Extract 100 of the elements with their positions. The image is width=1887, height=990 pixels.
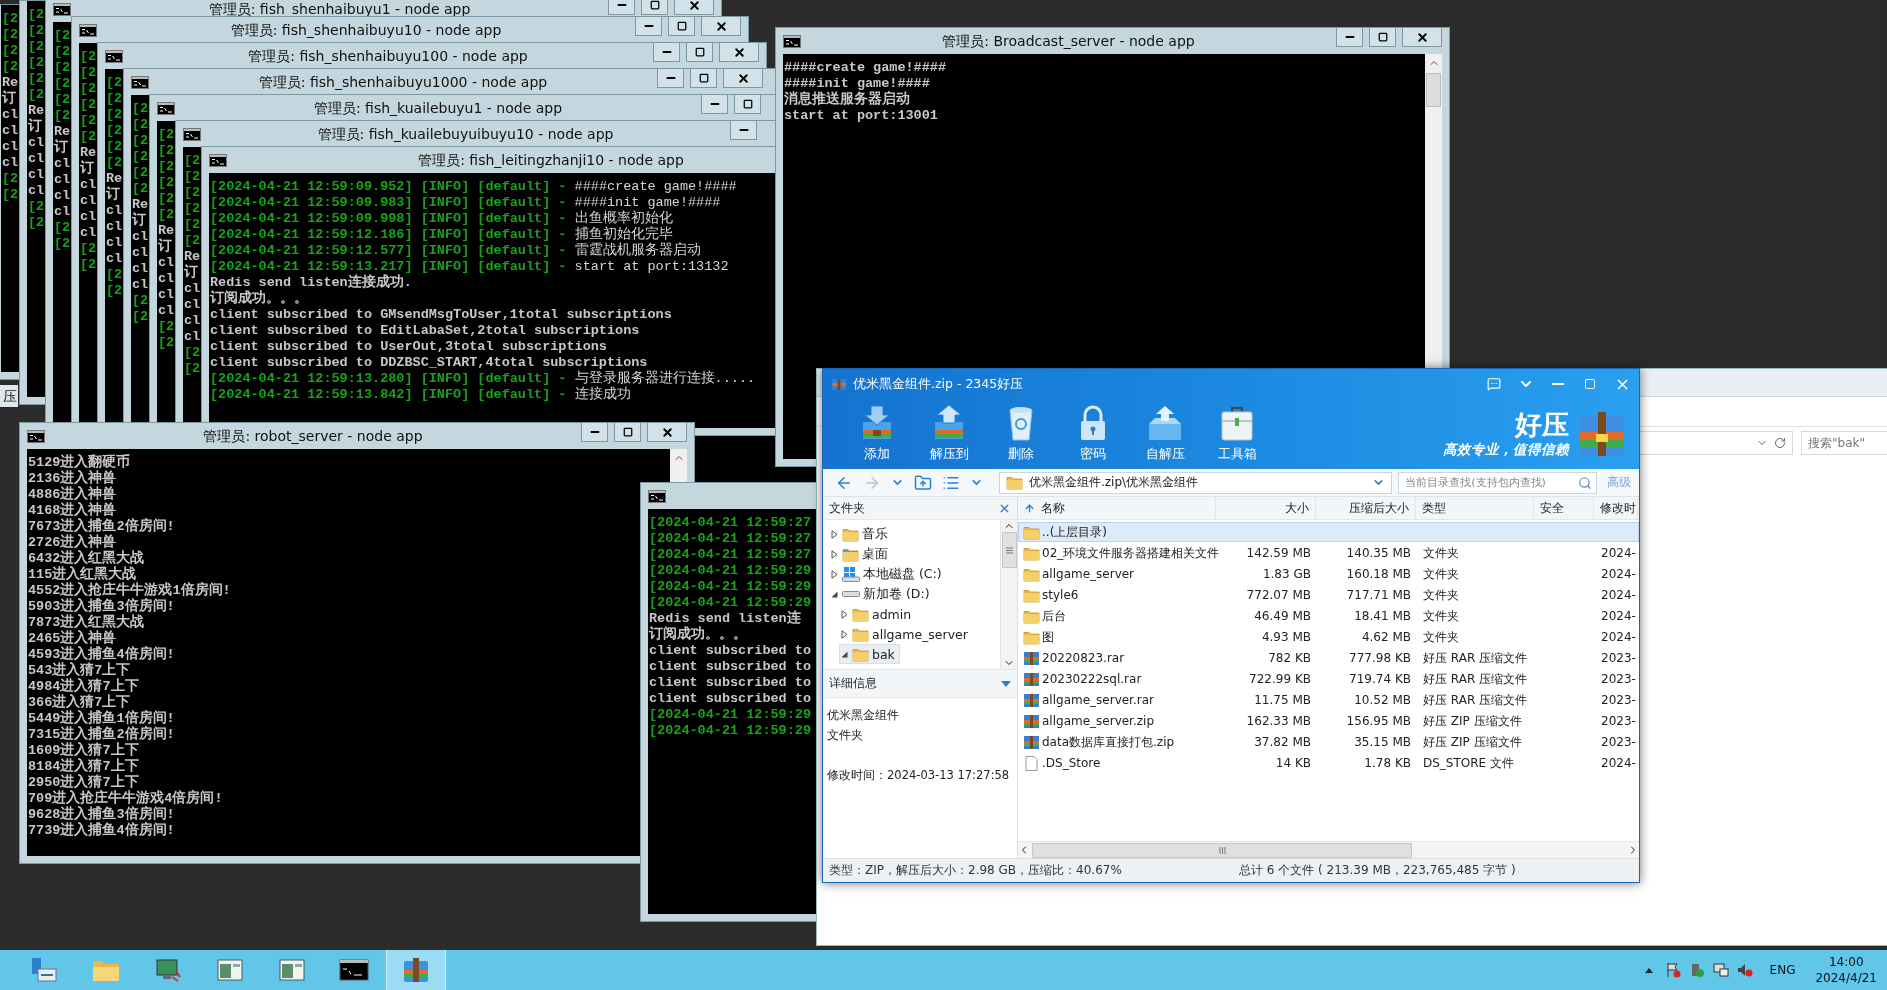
close-button[interactable] bbox=[723, 69, 763, 88]
tree-item[interactable]: allgame_server bbox=[839, 624, 973, 644]
packed-size: 717.71 MB bbox=[1345, 588, 1412, 602]
maximize-button[interactable] bbox=[614, 423, 641, 442]
archive-box-icon bbox=[1577, 410, 1627, 458]
console-line: start at port:13001 bbox=[784, 108, 938, 124]
console-line: 115进入红黑大战 bbox=[28, 567, 137, 582]
archive-icon bbox=[1023, 692, 1040, 708]
refresh-icon[interactable] bbox=[1774, 437, 1786, 449]
toolbar-button[interactable]: 添加 bbox=[841, 401, 913, 467]
file-row[interactable]: allgame_server.zip 162.33 MB 156.95 MB 好压 ZIP 压缩文件 2023- bbox=[1018, 711, 1639, 731]
file-row[interactable]: 02_环境文件服务器搭建相关文件 142.59 MB 140.35 MB 文件夹 2024- bbox=[1018, 543, 1639, 563]
file-row[interactable]: 20220823.rar 782 KB 777.98 KB 好压 RAR 压缩文件 2023- bbox=[1018, 648, 1639, 668]
close-button[interactable] bbox=[719, 43, 759, 62]
console-line: cl bbox=[184, 297, 201, 313]
tree-item[interactable]: admin bbox=[839, 604, 917, 624]
file-name: 20230222sql.rar bbox=[1042, 672, 1142, 686]
column-header[interactable]: 大小 bbox=[1216, 497, 1316, 520]
close-button[interactable] bbox=[1402, 28, 1442, 47]
toolbar-button[interactable]: 工具箱 bbox=[1201, 401, 1273, 467]
collapsed-arrow-icon[interactable] bbox=[830, 569, 839, 579]
scrollbar-thumb[interactable] bbox=[1426, 73, 1441, 107]
maximize-button[interactable] bbox=[734, 95, 761, 114]
modified-date: 2023- bbox=[1600, 735, 1637, 749]
maximize-button[interactable] bbox=[668, 17, 695, 36]
file-row[interactable]: .DS_Store 14 KB 1.78 KB DS_STORE 文件 2024- bbox=[1018, 753, 1639, 773]
expanded-arrow-icon[interactable] bbox=[840, 649, 849, 659]
clock[interactable]: 14:00 2024/4/21 bbox=[1815, 954, 1877, 986]
collapsed-arrow-icon[interactable] bbox=[840, 629, 849, 639]
tree-item[interactable]: bak bbox=[839, 644, 900, 664]
speaker-icon[interactable] bbox=[1736, 962, 1753, 978]
console-line: [2 bbox=[184, 217, 201, 233]
toolbar-button[interactable]: 自解压 bbox=[1129, 401, 1201, 467]
column-header[interactable]: 压缩后大小 bbox=[1316, 497, 1416, 520]
minimize-button[interactable] bbox=[581, 423, 608, 442]
search-field[interactable]: 当前目录查找(支持包内查找) bbox=[1398, 471, 1597, 494]
column-header[interactable]: 名称 bbox=[1018, 497, 1216, 520]
console-icon bbox=[131, 75, 149, 89]
expanded-arrow-icon[interactable] bbox=[830, 589, 839, 599]
file-row[interactable]: 图 4.93 MB 4.62 MB 文件夹 2024- bbox=[1018, 627, 1639, 647]
file-type: 好压 RAR 压缩文件 bbox=[1422, 649, 1529, 667]
column-header[interactable]: 类型 bbox=[1416, 497, 1534, 520]
search-icon bbox=[1578, 475, 1592, 490]
scrollbar-thumb[interactable] bbox=[1001, 532, 1017, 568]
column-header[interactable]: 修改时 bbox=[1594, 497, 1638, 520]
minimize-button[interactable] bbox=[701, 95, 728, 114]
close-button[interactable] bbox=[701, 17, 741, 36]
tree-item[interactable]: 桌面 bbox=[829, 544, 893, 564]
minimize-button[interactable] bbox=[657, 69, 684, 88]
console-line: [2024-04-21 12:59:13.842] [INFO] [default] - 连接成功 bbox=[210, 387, 631, 403]
minimize-button[interactable] bbox=[635, 17, 662, 36]
console-line: 2726进入神兽 bbox=[28, 535, 117, 550]
collapsed-arrow-icon[interactable] bbox=[840, 609, 849, 619]
close-button[interactable] bbox=[674, 0, 714, 15]
collapsed-arrow-icon[interactable] bbox=[830, 549, 839, 559]
maximize-button[interactable] bbox=[641, 0, 668, 15]
close-button[interactable] bbox=[647, 423, 687, 442]
minimize-button[interactable] bbox=[730, 121, 757, 140]
tree-item[interactable]: 新加卷 (D:) bbox=[829, 584, 935, 604]
window-title: 压 bbox=[0, 385, 18, 407]
file-row[interactable]: style6 772.07 MB 717.71 MB 文件夹 2024- bbox=[1018, 585, 1639, 605]
close-icon bbox=[1415, 30, 1429, 44]
console-line: cl bbox=[54, 172, 71, 188]
toolbar-button[interactable]: 解压到 bbox=[913, 401, 985, 467]
console-icon bbox=[209, 153, 227, 167]
scrollbar-thumb[interactable] bbox=[1032, 842, 1412, 858]
caret-icon[interactable] bbox=[1644, 967, 1653, 973]
packed-size: 18.41 MB bbox=[1353, 609, 1412, 623]
maximize-button[interactable] bbox=[1369, 28, 1396, 47]
minimize-button[interactable] bbox=[653, 43, 680, 62]
console-line: [2 bbox=[80, 49, 97, 65]
window-title: 管理员: fish_kuailebuyuibuyu10 - node app bbox=[316, 126, 615, 142]
console-line: [2024-04-21 12:59:29 bbox=[649, 723, 812, 739]
file-row[interactable]: ..(上层目录) bbox=[1018, 522, 1639, 542]
toolbar-button[interactable]: 删除 bbox=[985, 401, 1057, 467]
file-row[interactable]: 后台 46.49 MB 18.41 MB 文件夹 2024- bbox=[1018, 606, 1639, 626]
taskbar-button[interactable] bbox=[386, 950, 446, 990]
network-icon[interactable] bbox=[1712, 962, 1729, 978]
language-indicator[interactable]: ENG bbox=[1769, 963, 1796, 977]
tree-item[interactable]: 本地磁盘 (C:) bbox=[829, 564, 947, 584]
tree-item[interactable]: 音乐 bbox=[829, 524, 893, 544]
file-row[interactable]: allgame_server.rar 11.75 MB 10.52 MB 好压 RAR 压缩文件 2023- bbox=[1018, 690, 1639, 710]
file-row[interactable]: 20230222sql.rar 722.99 KB 719.74 KB 好压 RAR 压缩文件 2023- bbox=[1018, 669, 1639, 689]
maximize-button[interactable] bbox=[690, 69, 717, 88]
collapse-button[interactable] bbox=[1001, 680, 1011, 687]
minimize-button[interactable] bbox=[1336, 28, 1363, 47]
collapsed-arrow-icon[interactable] bbox=[830, 529, 839, 539]
column-header[interactable]: 安全 bbox=[1534, 497, 1594, 520]
search-field[interactable]: 搜索"bak" bbox=[1801, 431, 1887, 455]
file-row[interactable]: data数据库直接打包.zip 37.82 MB 35.15 MB 好压 ZIP 压缩文件 2023- bbox=[1018, 732, 1639, 752]
toolbar-button[interactable]: 密码 bbox=[1057, 401, 1129, 467]
flag-icon[interactable] bbox=[1664, 962, 1681, 978]
file-row[interactable]: allgame_server 1.83 GB 160.18 MB 文件夹 2024- bbox=[1018, 564, 1639, 584]
console-line: 6432进入红黑大战 bbox=[28, 551, 145, 566]
maximize-button[interactable] bbox=[686, 43, 713, 62]
address-field[interactable]: 优米黑金组件.zip\优米黑金组件 bbox=[999, 471, 1393, 494]
console-line: Re bbox=[54, 124, 71, 139]
minimize-button[interactable] bbox=[608, 0, 635, 15]
packed-size: 10.52 MB bbox=[1353, 693, 1412, 707]
modified-date: 2024- bbox=[1600, 630, 1637, 644]
